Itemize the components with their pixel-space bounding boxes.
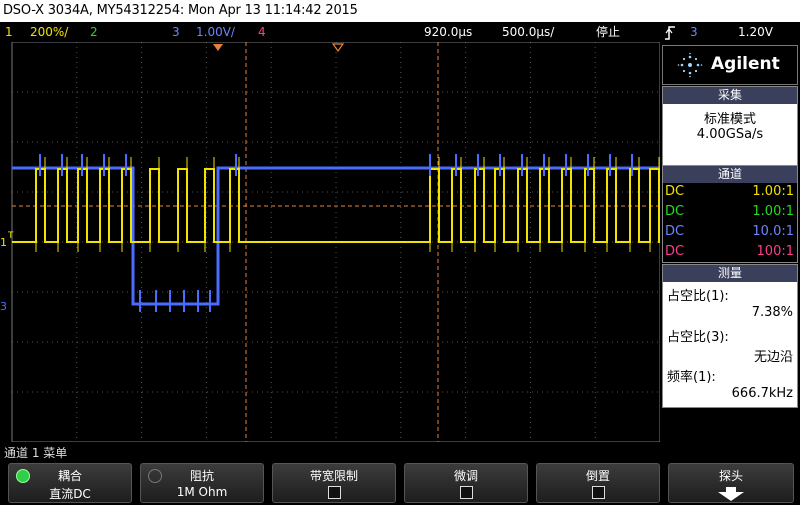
time-delay[interactable]: 920.0μs: [424, 22, 472, 42]
measure-3-label: 频率(1):: [667, 370, 716, 385]
agilent-spark-icon: [677, 52, 703, 82]
ch2-coupling: DC: [665, 204, 685, 219]
softkey-fine-label: 微调: [453, 469, 478, 483]
softkey-invert-label: 倒置: [585, 469, 610, 483]
softkey-fine-adjust[interactable]: 微调: [404, 463, 528, 503]
scope-graticule: 1 T 3: [0, 41, 661, 443]
status-bar: 1 200%/ 2 3 1.00V/ 4 920.0μs 500.0μs/ 停止…: [0, 22, 800, 42]
ch1-number[interactable]: 1: [5, 22, 13, 42]
invert-checkbox[interactable]: [592, 486, 605, 499]
ch3-number[interactable]: 3: [172, 22, 180, 42]
measure-panel: 测量 占空比(1): 7.38% 占空比(3): 无边沿 频率(1): 666.…: [662, 264, 798, 408]
softkey-bar: 耦合 直流DC 阻抗 1M Ohm 带宽限制 微调 倒置 探头: [0, 462, 800, 503]
ch4-probe: 100:1: [756, 244, 794, 259]
measure-1-label: 占空比(1):: [667, 289, 729, 304]
softkey-bandwidth-limit[interactable]: 带宽限制: [272, 463, 396, 503]
time-scale[interactable]: 500.0μs/: [502, 22, 554, 42]
acquire-panel: 采集 标准模式 4.00GSa/s: [662, 86, 798, 166]
ch3-coupling: DC: [665, 224, 685, 239]
down-arrow-icon: [716, 486, 746, 505]
brand-panel: Agilent: [662, 45, 798, 85]
menu-label: 通道 1 菜单: [4, 446, 68, 460]
ch1-probe: 1.00:1: [752, 184, 794, 199]
softkey-invert[interactable]: 倒置: [536, 463, 660, 503]
ch3-ground-marker[interactable]: 3: [0, 300, 7, 313]
ch3-scale[interactable]: 1.00V/: [196, 22, 235, 42]
ch2-number[interactable]: 2: [90, 22, 98, 42]
title-bar: DSO-X 3034A, MY54312254: Mon Apr 13 11:1…: [0, 0, 800, 22]
softkey-coupling-label: 耦合: [57, 469, 82, 483]
channels-title: 通道: [663, 166, 797, 183]
ch4-coupling: DC: [665, 244, 685, 259]
measure-1-value: 7.38%: [751, 305, 793, 320]
softkey-impedance-label: 阻抗: [189, 469, 214, 483]
softkey-probe[interactable]: 探头: [668, 463, 794, 503]
measure-3-value: 666.7kHz: [731, 386, 793, 401]
ch1-scale[interactable]: 200%/: [30, 22, 68, 42]
trigger-level[interactable]: 1.20V: [738, 22, 773, 42]
run-state[interactable]: 停止: [596, 22, 620, 42]
acquire-title: 采集: [663, 87, 797, 104]
side-panel: Agilent 采集 标准模式 4.00GSa/s 通道 DC 1.00:1 D…: [660, 42, 800, 442]
softkey-bandwidth-label: 带宽限制: [309, 469, 358, 483]
ch1-ground-marker[interactable]: 1: [0, 236, 7, 249]
brand-logo-text: Agilent: [711, 54, 780, 74]
softkey-coupling[interactable]: 耦合 直流DC: [8, 463, 132, 503]
ch2-probe: 1.00:1: [752, 204, 794, 219]
trigger-channel[interactable]: 3: [690, 22, 698, 42]
acquire-mode: 标准模式: [703, 112, 756, 127]
bandwidth-limit-checkbox[interactable]: [328, 486, 341, 499]
fine-adjust-checkbox[interactable]: [460, 486, 473, 499]
measure-title: 测量: [663, 265, 797, 282]
ch4-number[interactable]: 4: [258, 22, 266, 42]
window-title: DSO-X 3034A, MY54312254: Mon Apr 13 11:1…: [3, 3, 358, 18]
ch1-coupling: DC: [665, 184, 685, 199]
measure-2-value: 无边沿: [753, 350, 793, 365]
softkey-impedance[interactable]: 阻抗 1M Ohm: [140, 463, 264, 503]
rising-edge-trigger-icon: [664, 22, 676, 42]
sample-rate: 4.00GSa/s: [696, 127, 764, 142]
softkey-coupling-value: 直流DC: [49, 487, 91, 501]
waveform-display[interactable]: 1 T 3: [0, 41, 661, 443]
trigger-marker[interactable]: T: [7, 231, 14, 241]
ch3-probe: 10.0:1: [752, 224, 794, 239]
softkey-probe-label: 探头: [718, 469, 743, 483]
measure-2-label: 占空比(3):: [667, 330, 729, 345]
channels-panel: 通道 DC 1.00:1 DC 1.00:1 DC 10.0:1 DC 100:…: [662, 165, 798, 263]
softkey-impedance-value: 1M Ohm: [176, 485, 228, 499]
